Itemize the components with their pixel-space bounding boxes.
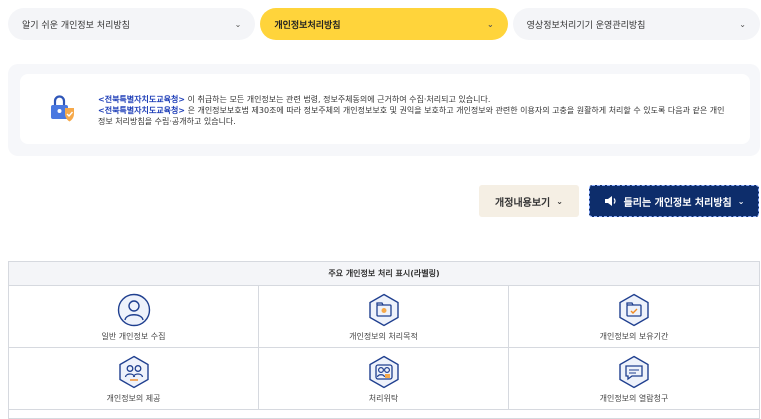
policy-tabs: 알기 쉬운 개인정보 처리방침 ⌄ 개인정보처리방침 ⌄ 영상정보처리기기 운영… — [8, 8, 760, 40]
intro-card: <전북특별자치도교육청> 이 취급하는 모든 개인정보는 관련 법령, 정보주체… — [20, 74, 750, 144]
access-request-icon — [619, 355, 649, 389]
user-profile-icon — [117, 293, 150, 327]
label-item-outsourcing[interactable]: 처리위탁 — [259, 348, 509, 410]
tab-label: 알기 쉬운 개인정보 처리방침 — [22, 20, 130, 31]
tab-privacy-policy[interactable]: 개인정보처리방침 ⌄ — [260, 8, 508, 40]
label-item-access-request[interactable]: 개인정보의 열람청구 — [509, 348, 759, 410]
audio-policy-button[interactable]: 들리는 개인정보 처리방침 ⌄ — [589, 185, 759, 217]
label-item-text: 개인정보의 열람청구 — [599, 394, 669, 403]
audio-policy-label: 들리는 개인정보 처리방침 — [623, 197, 732, 209]
chevron-down-icon: ⌄ — [737, 196, 745, 206]
label-item-retention[interactable]: 개인정보의 보유기간 — [509, 286, 759, 348]
labeling-grid: 일반 개인정보 수집 개인정보의 처리목적 개인정보의 보유기간 개인정보의 제… — [9, 286, 759, 410]
intro-section: <전북특별자치도교육청> 이 취급하는 모든 개인정보는 관련 법령, 정보주체… — [8, 64, 760, 156]
label-item-text: 일반 개인정보 수집 — [101, 332, 166, 341]
org-name: <전북특별자치도교육청> — [98, 95, 186, 104]
chevron-down-icon: ⌄ — [234, 19, 242, 29]
tab-label: 영상정보처리기기 운영관리방침 — [526, 20, 646, 31]
intro-line2: 은 개인정보보호법 제30조에 따라 정보주체의 개인정보보호 및 권익을 보호… — [98, 106, 725, 126]
provision-users-icon — [118, 355, 149, 389]
label-item-text: 처리위탁 — [368, 394, 399, 403]
label-item-provision[interactable]: 개인정보의 제공 — [9, 348, 259, 410]
privacy-lock-shield-icon — [51, 95, 74, 122]
chevron-down-icon: ⌄ — [556, 196, 563, 206]
org-name: <전북특별자치도교육청> — [98, 106, 186, 115]
labeling-title: 주요 개인정보 처리 표시(라벨링) — [9, 262, 759, 286]
revision-history-label: 개정내용보기 — [495, 197, 551, 209]
purpose-folder-icon — [368, 293, 399, 327]
speaker-icon — [604, 196, 616, 206]
tab-label: 개인정보처리방침 — [274, 20, 341, 31]
intro-text: <전북특별자치도교육청> 이 취급하는 모든 개인정보는 관련 법령, 정보주체… — [98, 94, 730, 127]
chevron-down-icon: ⌄ — [739, 19, 746, 29]
revision-history-button[interactable]: 개정내용보기 ⌄ — [479, 185, 579, 217]
tab-easy-privacy-policy[interactable]: 알기 쉬운 개인정보 처리방침 ⌄ — [8, 8, 256, 40]
label-item-text: 개인정보의 제공 — [106, 394, 161, 403]
labeling-table: 주요 개인정보 처리 표시(라벨링) 일반 개인정보 수집 개인정보의 처리목적 — [8, 261, 760, 419]
tab-cctv-policy[interactable]: 영상정보처리기기 운영관리방침 ⌄ — [512, 8, 760, 40]
label-item-text: 개인정보의 보유기간 — [599, 332, 669, 341]
label-item-purpose[interactable]: 개인정보의 처리목적 — [259, 286, 509, 348]
retention-folder-icon — [619, 293, 649, 327]
chevron-down-icon: ⌄ — [486, 19, 494, 29]
label-item-general-collection[interactable]: 일반 개인정보 수집 — [9, 286, 259, 348]
outsourcing-users-icon — [368, 355, 399, 389]
intro-line1: 이 취급하는 모든 개인정보는 관련 법령, 정보주체동의에 근거하여 수집·처… — [187, 95, 491, 104]
label-item-text: 개인정보의 처리목적 — [349, 332, 418, 341]
